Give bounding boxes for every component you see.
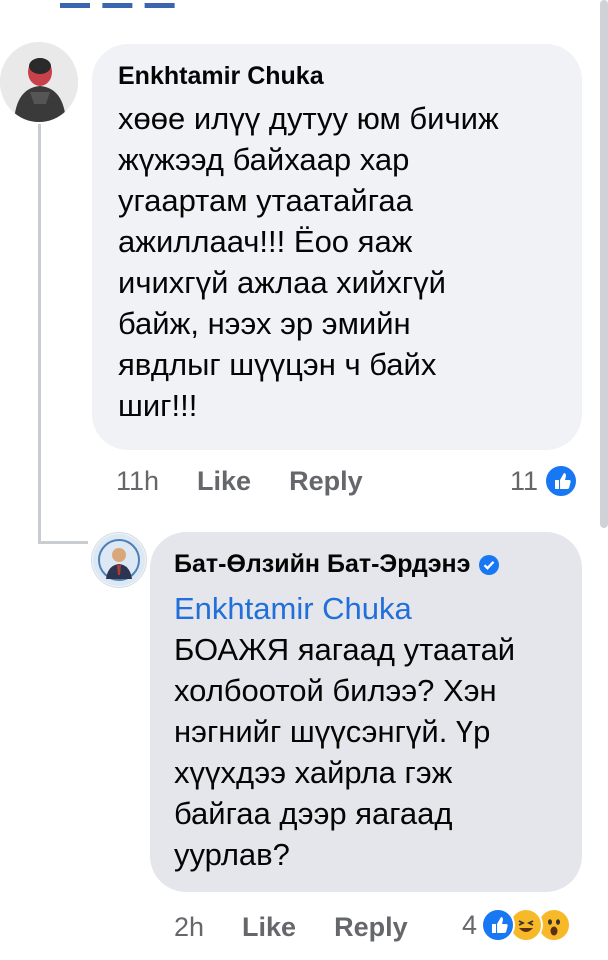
previous-comment-fragment: ▬ ▬ ▬ [60,0,260,8]
avatar-image [93,534,145,586]
comment-line: жүжээд байхаар хар [118,142,410,177]
verified-badge-icon [478,554,500,576]
reaction-count: 11 [510,465,539,496]
reply-line: нэгнийг шүүсэнгүй. Үр [174,714,491,749]
reaction-count: 4 [462,909,478,940]
scrollbar[interactable] [600,0,608,528]
comment-line: ичихгүй ажлаа хийхгүй [118,265,446,300]
avatar[interactable] [91,532,147,588]
reaction-summary[interactable]: 4 [462,908,572,942]
reply-line: хүүхдээ хайрла гэж [174,755,453,790]
like-button[interactable]: Like [242,912,296,943]
mention-link[interactable]: Enkhtamir Chuka [174,588,574,629]
comment-text: хөөе илүү дутуу юм бичиж жүжээд байхаар … [118,98,568,426]
reply-line: байгаа дээр яагаад [174,796,453,831]
comment-line: ажиллаач!!! Ёоо яаж [118,224,413,259]
reaction-summary[interactable]: 11 [510,464,579,498]
reply-actions: 2h Like Reply [174,912,446,943]
comment-line: хөөе илүү дутуу юм бичиж [118,101,499,136]
reply-time[interactable]: 2h [174,912,204,943]
comment-line: угаартам утаатайгаа [118,183,413,218]
thread-line-branch [38,541,88,544]
like-icon [481,908,516,942]
comment-actions: 11h Like Reply [116,466,401,497]
comment-author[interactable]: Enkhtamir Chuka [118,62,324,91]
comment-line: явдлыг шүүцэн ч байх [118,347,437,382]
reply-button[interactable]: Reply [334,912,408,943]
reply-button[interactable]: Reply [289,466,363,497]
reply-line: холбоотой билээ? Хэн [174,673,497,708]
reply-line: уурлав? [174,837,290,872]
avatar-image [0,42,78,122]
reply-line: БОАЖЯ яагаад утаатай [174,632,516,667]
reply-author[interactable]: Бат-Өлзийн Бат-Эрдэнэ [174,550,470,579]
comment-line: шиг!!! [118,388,198,423]
comment-line: байж, нээх эр эмийн [118,306,411,341]
thread-line [38,124,41,544]
comment-time[interactable]: 11h [116,466,159,497]
avatar[interactable] [0,42,78,122]
reply-text: Enkhtamir Chuka БОАЖЯ яагаад утаатай хол… [174,588,574,875]
reply-author-row: Бат-Өлзийн Бат-Эрдэнэ [174,550,500,579]
like-button[interactable]: Like [197,466,251,497]
like-icon [544,464,579,498]
